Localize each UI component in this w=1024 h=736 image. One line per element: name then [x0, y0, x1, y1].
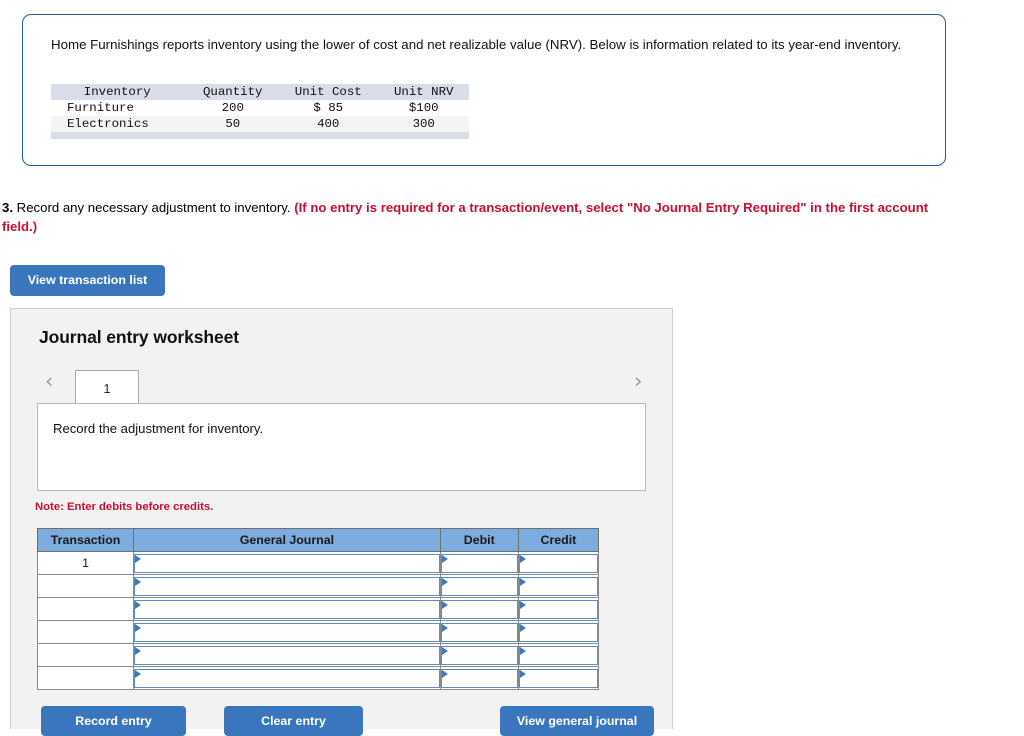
- inventory-info-paragraph: Home Furnishings reports inventory using…: [51, 37, 902, 52]
- record-entry-button[interactable]: Record entry: [41, 706, 186, 736]
- table-row: [36, 620, 600, 644]
- entry-prompt-box: Record the adjustment for inventory.: [37, 403, 646, 491]
- view-transaction-list-button[interactable]: View transaction list: [10, 265, 165, 296]
- column-header-unit-cost: Unit Cost: [294, 85, 362, 99]
- debit-input-row-5[interactable]: [440, 645, 518, 665]
- cell-transaction-number: [36, 620, 135, 644]
- account-select-row-5[interactable]: [134, 645, 440, 665]
- column-header-credit: Credit: [517, 528, 600, 552]
- table-row: [36, 574, 600, 598]
- column-header-unit-nrv: Unit NRV: [393, 85, 454, 99]
- account-select-row-3[interactable]: [134, 599, 440, 619]
- cell-inventory-name: Furniture: [67, 101, 134, 115]
- table-row: Furniture 200 $ 85 $100: [51, 100, 469, 116]
- journal-entry-worksheet-panel: Journal entry worksheet ‹ 1 › Record the…: [10, 308, 673, 736]
- entry-prompt-text: Record the adjustment for inventory.: [53, 421, 264, 436]
- journal-entry-table: Transaction General Journal Debit Credit…: [36, 528, 600, 690]
- cell-transaction-number: [36, 597, 135, 621]
- question-number: 3.: [2, 200, 13, 215]
- cell-unit-cost: 400: [317, 117, 340, 131]
- cell-transaction-number: [36, 643, 135, 667]
- journal-table-wrapper: Transaction General Journal Debit Credit…: [36, 528, 600, 690]
- inventory-info-panel: Home Furnishings reports inventory using…: [22, 14, 946, 166]
- cell-inventory-name: Electronics: [67, 117, 149, 131]
- cell-quantity: 200: [221, 101, 244, 115]
- credit-input-row-2[interactable]: [518, 576, 598, 596]
- clear-entry-button[interactable]: Clear entry: [224, 706, 363, 736]
- account-select-row-6[interactable]: [134, 668, 440, 688]
- table-row: [36, 666, 600, 690]
- chevron-left-icon[interactable]: ‹: [45, 371, 53, 392]
- credit-input-row-4[interactable]: [518, 622, 598, 642]
- cell-unit-cost: $ 85: [313, 101, 344, 115]
- cell-transaction-number: 1: [36, 551, 135, 575]
- credit-input-row-5[interactable]: [518, 645, 598, 665]
- journal-header-row: Transaction General Journal Debit Credit: [36, 528, 600, 552]
- column-header-debit: Debit: [439, 528, 519, 552]
- table-footer-bar: [51, 132, 469, 139]
- worksheet-title: Journal entry worksheet: [39, 327, 239, 347]
- table-row: Electronics 50 400 300: [51, 116, 469, 132]
- debit-input-row-4[interactable]: [440, 622, 518, 642]
- column-header-transaction: Transaction: [36, 528, 135, 552]
- table-row: 1: [36, 551, 600, 575]
- debit-input-row-2[interactable]: [440, 576, 518, 596]
- table-row: [36, 643, 600, 667]
- credit-input-row-6[interactable]: [518, 668, 598, 688]
- credit-input-row-3[interactable]: [518, 599, 598, 619]
- cell-quantity: 50: [225, 117, 241, 131]
- account-select-row-1[interactable]: [134, 553, 440, 573]
- question-text: Record any necessary adjustment to inven…: [13, 200, 295, 215]
- cell-unit-nrv: $100: [408, 101, 439, 115]
- inventory-data-table: Inventory Quantity Unit Cost Unit NRV Fu…: [51, 84, 469, 139]
- column-header-quantity: Quantity: [203, 85, 263, 99]
- question-prompt: 3. Record any necessary adjustment to in…: [2, 198, 952, 236]
- account-select-row-2[interactable]: [134, 576, 440, 596]
- column-header-general-journal: General Journal: [133, 528, 441, 552]
- worksheet-tabstrip: ‹ 1 ›: [35, 366, 650, 406]
- cell-transaction-number: [36, 666, 135, 690]
- chevron-right-icon[interactable]: ›: [634, 371, 642, 392]
- debits-before-credits-note: Note: Enter debits before credits.: [35, 501, 214, 513]
- tab-entry-1[interactable]: 1: [75, 370, 139, 406]
- view-general-journal-button[interactable]: View general journal: [500, 706, 654, 736]
- column-header-inventory: Inventory: [83, 85, 151, 99]
- credit-input-row-1[interactable]: [518, 553, 598, 573]
- cell-unit-nrv: 300: [412, 117, 435, 131]
- table-row: [36, 597, 600, 621]
- table-header-row: Inventory Quantity Unit Cost Unit NRV: [51, 84, 469, 100]
- debit-input-row-3[interactable]: [440, 599, 518, 619]
- debit-input-row-1[interactable]: [440, 553, 518, 573]
- debit-input-row-6[interactable]: [440, 668, 518, 688]
- account-select-row-4[interactable]: [134, 622, 440, 642]
- cell-transaction-number: [36, 574, 135, 598]
